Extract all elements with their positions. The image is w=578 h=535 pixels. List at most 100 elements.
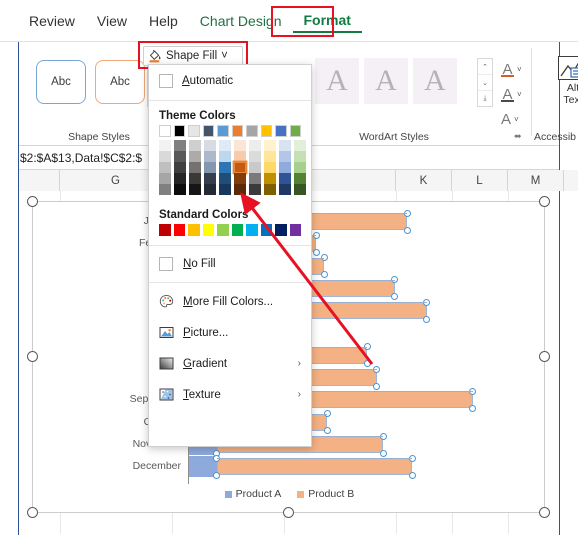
text-outline-button[interactable]: A ˅ [501, 83, 535, 105]
theme-variant-swatch-5-3[interactable] [234, 173, 246, 184]
theme-variant-swatch-3-4[interactable] [204, 184, 216, 195]
wordart-gallery-scroll[interactable]: ⌃ ⌄ ⤓ [477, 58, 493, 107]
standard-color-swatch-8[interactable] [275, 224, 287, 236]
data-point-handle[interactable] [320, 271, 328, 279]
chart-resize-handle-w[interactable] [27, 351, 38, 362]
data-point-handle[interactable] [408, 471, 416, 479]
theme-variant-swatch-6-3[interactable] [249, 173, 261, 184]
theme-variant-swatch-6-4[interactable] [249, 184, 261, 195]
theme-color-swatch-8[interactable] [275, 125, 287, 137]
theme-variant-swatch-3-1[interactable] [204, 151, 216, 162]
standard-color-swatch-3[interactable] [202, 224, 214, 236]
tab-view[interactable]: View [86, 9, 138, 33]
column-header-K[interactable]: K [396, 170, 452, 191]
theme-variant-swatch-9-1[interactable] [294, 151, 306, 162]
theme-variant-swatch-9-4[interactable] [294, 184, 306, 195]
tab-format[interactable]: Format [292, 8, 362, 33]
theme-color-swatch-2[interactable] [188, 125, 200, 137]
theme-variant-swatch-2-3[interactable] [189, 173, 201, 184]
theme-variant-swatch-7-0[interactable] [264, 140, 276, 151]
standard-color-swatch-9[interactable] [289, 224, 301, 236]
theme-variant-swatch-5-4[interactable] [234, 184, 246, 195]
theme-variant-swatch-8-1[interactable] [279, 151, 291, 162]
column-header-N[interactable]: N [564, 170, 578, 191]
theme-variant-swatch-7-4[interactable] [264, 184, 276, 195]
text-fill-button[interactable]: A ˅ [501, 58, 535, 80]
theme-color-swatch-0[interactable] [159, 125, 171, 137]
standard-color-swatch-2[interactable] [188, 224, 200, 236]
theme-variant-swatch-7-1[interactable] [264, 151, 276, 162]
theme-variant-swatch-0-2[interactable] [159, 162, 171, 173]
theme-variant-swatch-8-2[interactable] [279, 162, 291, 173]
theme-variant-swatch-2-2[interactable] [189, 162, 201, 173]
standard-color-swatch-7[interactable] [260, 224, 272, 236]
theme-variant-swatch-1-3[interactable] [174, 173, 186, 184]
theme-variant-swatch-2-0[interactable] [189, 140, 201, 151]
standard-color-swatch-0[interactable] [159, 224, 171, 236]
menu-item-gradient[interactable]: Gradient › [149, 348, 311, 379]
alt-text-button[interactable]: Alt Text [552, 56, 578, 106]
shape-fill-chevron-down-icon[interactable]: ˅ [221, 50, 228, 62]
menu-item-automatic[interactable]: Automatic [149, 65, 311, 97]
theme-variant-swatch-0-0[interactable] [159, 140, 171, 151]
tab-help[interactable]: Help [138, 9, 189, 33]
theme-variant-swatch-9-3[interactable] [294, 173, 306, 184]
standard-color-swatch-4[interactable] [217, 224, 229, 236]
theme-color-swatch-7[interactable] [260, 125, 272, 137]
wordart-dialog-launcher-icon[interactable]: ⬌ [514, 131, 522, 142]
legend-entry-product-a[interactable]: Product A [224, 488, 281, 500]
data-point-handle[interactable] [373, 382, 381, 390]
standard-color-swatch-6[interactable] [246, 224, 258, 236]
chart-resize-handle-nw[interactable] [27, 196, 38, 207]
shape-style-preview-blue[interactable]: Abc [36, 60, 86, 104]
text-fill-chevron-down-icon[interactable]: ˅ [517, 65, 522, 74]
theme-variant-swatch-8-4[interactable] [279, 184, 291, 195]
theme-color-swatch-1[interactable] [173, 125, 185, 137]
theme-variant-swatch-3-2[interactable] [204, 162, 216, 173]
theme-variant-swatch-selected[interactable] [234, 162, 246, 173]
data-point-handle[interactable] [363, 360, 371, 368]
theme-variant-swatch-4-3[interactable] [219, 173, 231, 184]
wordart-expand-icon[interactable]: ⤓ [478, 91, 492, 106]
theme-variant-swatch-6-2[interactable] [249, 162, 261, 173]
chart-resize-handle-sw[interactable] [27, 507, 38, 518]
text-outline-chevron-down-icon[interactable]: ˅ [517, 90, 522, 99]
theme-variant-swatch-5-1[interactable] [234, 151, 246, 162]
chart-legend[interactable]: Product A Product B [33, 488, 546, 500]
tab-review[interactable]: Review [18, 9, 86, 33]
data-point-handle[interactable] [213, 471, 221, 479]
theme-variant-swatch-2-4[interactable] [189, 184, 201, 195]
data-point-handle[interactable] [469, 404, 477, 412]
chart-resize-handle-ne[interactable] [539, 196, 550, 207]
data-point-handle[interactable] [323, 427, 331, 435]
menu-item-picture[interactable]: Picture... [149, 317, 311, 348]
data-point-handle[interactable] [312, 248, 320, 256]
theme-variant-swatch-4-2[interactable] [219, 162, 231, 173]
wordart-scroll-up-icon[interactable]: ⌃ [478, 59, 492, 75]
data-point-handle[interactable] [423, 315, 431, 323]
chart-resize-handle-e[interactable] [539, 351, 550, 362]
theme-variant-swatch-9-2[interactable] [294, 162, 306, 173]
theme-color-swatch-3[interactable] [202, 125, 214, 137]
menu-item-no-fill[interactable]: No Fill [149, 249, 311, 279]
theme-variant-swatch-5-0[interactable] [234, 140, 246, 151]
theme-color-variants-grid[interactable] [149, 137, 311, 195]
tab-chart-design[interactable]: Chart Design [189, 9, 293, 33]
theme-variant-swatch-3-0[interactable] [204, 140, 216, 151]
theme-color-swatch-4[interactable] [217, 125, 229, 137]
theme-variant-swatch-1-0[interactable] [174, 140, 186, 151]
theme-variant-swatch-2-1[interactable] [189, 151, 201, 162]
legend-entry-product-b[interactable]: Product B [297, 488, 354, 500]
theme-color-swatch-5[interactable] [231, 125, 243, 137]
theme-variant-swatch-8-3[interactable] [279, 173, 291, 184]
gradient-submenu-arrow-icon[interactable]: › [298, 358, 301, 369]
menu-item-texture[interactable]: Texture › [149, 379, 311, 410]
theme-variant-swatch-4-1[interactable] [219, 151, 231, 162]
wordart-scroll-down-icon[interactable]: ⌄ [478, 75, 492, 91]
theme-colors-row[interactable] [149, 125, 311, 137]
shape-fill-button[interactable]: Shape Fill ˅ [143, 46, 243, 66]
theme-variant-swatch-0-1[interactable] [159, 151, 171, 162]
theme-variant-swatch-7-2[interactable] [264, 162, 276, 173]
theme-variant-swatch-8-0[interactable] [279, 140, 291, 151]
wordart-style-3[interactable]: A [413, 58, 457, 104]
